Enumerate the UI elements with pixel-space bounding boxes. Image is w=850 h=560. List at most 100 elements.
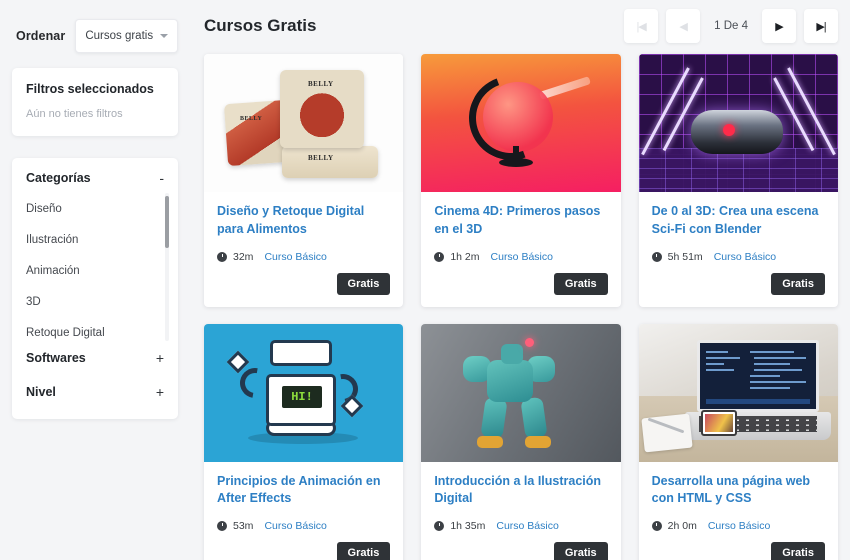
pagination: |◀ ◀ 1 De 4 ▶ ▶| bbox=[624, 9, 838, 43]
course-duration: 1h 35m bbox=[450, 520, 486, 532]
clock-icon bbox=[434, 521, 445, 531]
category-item-retoque-digital[interactable]: Retoque Digital bbox=[26, 317, 178, 341]
course-thumbnail-mech-character[interactable] bbox=[421, 323, 621, 462]
price-badge: Gratis bbox=[336, 272, 391, 295]
price-badge: Gratis bbox=[553, 272, 608, 295]
course-card-body: Principios de Animación en After Effects… bbox=[204, 462, 403, 560]
course-duration: 32m bbox=[233, 250, 254, 263]
pagination-last-button[interactable]: ▶| bbox=[804, 9, 838, 43]
chevron-down-icon bbox=[160, 34, 168, 38]
course-thumbnail-food-packaging[interactable]: BELLY BELLY BELLY bbox=[204, 54, 404, 192]
robot-screen-text: HI! bbox=[282, 385, 322, 408]
thumb-shape bbox=[477, 435, 504, 448]
course-level[interactable]: Curso Básico bbox=[714, 251, 776, 263]
pagination-first-button[interactable]: |◀ bbox=[624, 9, 659, 43]
course-duration: 5h 51m bbox=[667, 250, 703, 263]
course-card-body: Desarrolla una página web con HTML y CSS… bbox=[639, 462, 838, 560]
thumb-shape bbox=[638, 148, 838, 192]
course-card-body: De 0 al 3D: Crea una escena Sci-Fi con B… bbox=[639, 192, 838, 307]
price-badge: Gratis bbox=[336, 542, 391, 560]
course-card-body: Diseño y Retoque Digital para Alimentos … bbox=[204, 192, 403, 307]
category-item-3d[interactable]: 3D bbox=[26, 286, 178, 317]
pagination-prev-button[interactable]: ◀ bbox=[666, 9, 701, 43]
category-item-diseno[interactable]: Diseño bbox=[26, 193, 178, 224]
course-card[interactable]: Cinema 4D: Primeros pasos en el 3D 1h 2m… bbox=[421, 54, 621, 307]
results-header: Cursos Gratis |◀ ◀ 1 De 4 ▶ ▶| bbox=[202, 0, 840, 52]
clock-icon bbox=[651, 251, 662, 262]
course-card-body: Introducción a la Ilustración Digital 1h… bbox=[421, 462, 620, 560]
clock-icon bbox=[217, 251, 227, 262]
categories-list: Diseño Ilustración Animación 3D Retoque … bbox=[12, 193, 178, 341]
course-level[interactable]: Curso Básico bbox=[264, 251, 326, 263]
thumb-shape bbox=[480, 396, 509, 439]
pagination-next-button[interactable]: ▶ bbox=[762, 9, 796, 43]
expand-plus-icon-nivel[interactable]: + bbox=[156, 385, 164, 399]
clock-icon bbox=[434, 251, 445, 262]
course-level[interactable]: Curso Básico bbox=[496, 520, 558, 532]
course-card[interactable]: De 0 al 3D: Crea una escena Sci-Fi con B… bbox=[638, 54, 838, 307]
price-badge: Gratis bbox=[771, 542, 825, 560]
course-meta: 2h 0m Curso Básico bbox=[651, 520, 825, 532]
course-badge-row: Gratis bbox=[652, 542, 825, 560]
course-meta: 53m Curso Básico bbox=[217, 520, 390, 532]
price-badge: Gratis bbox=[771, 272, 825, 295]
course-duration: 53m bbox=[233, 520, 254, 532]
categories-scrollbar-thumb[interactable] bbox=[165, 196, 169, 248]
course-card[interactable]: BELLY BELLY BELLY Diseño y Retoque Digit… bbox=[204, 54, 404, 307]
thumb-shape bbox=[499, 158, 534, 167]
selected-filters-panel: Filtros seleccionados Aún no tienes filt… bbox=[12, 68, 178, 136]
filter-group-softwares-header[interactable]: Softwares + bbox=[12, 341, 178, 375]
thumb-shape bbox=[487, 359, 534, 402]
course-level[interactable]: Curso Básico bbox=[491, 251, 553, 263]
filters-sidebar: Ordenar Cursos gratis Filtros selecciona… bbox=[0, 0, 190, 560]
course-meta: 5h 51m Curso Básico bbox=[651, 250, 825, 263]
course-thumbnail-laptop-code[interactable] bbox=[638, 323, 838, 462]
sort-select-value: Cursos gratis bbox=[85, 30, 154, 42]
page-title: Cursos Gratis bbox=[204, 16, 317, 35]
thumb-shape bbox=[501, 343, 524, 364]
sort-row: Ordenar Cursos gratis bbox=[12, 10, 178, 62]
course-card-body: Cinema 4D: Primeros pasos en el 3D 1h 2m… bbox=[421, 192, 620, 307]
category-item-animacion[interactable]: Animación bbox=[26, 255, 178, 286]
course-title[interactable]: Desarrolla una página web con HTML y CSS bbox=[652, 473, 825, 509]
course-badge-row: Gratis bbox=[434, 542, 608, 560]
thumb-shape bbox=[520, 396, 549, 439]
course-title[interactable]: Principios de Animación en After Effects bbox=[217, 473, 390, 509]
filter-group-categorias-header[interactable]: Categorías - bbox=[12, 158, 178, 193]
course-grid: BELLY BELLY BELLY Diseño y Retoque Digit… bbox=[202, 52, 840, 560]
course-title[interactable]: Introducción a la Ilustración Digital bbox=[434, 473, 607, 509]
sort-label: Ordenar bbox=[16, 29, 66, 43]
course-level[interactable]: Curso Básico bbox=[708, 520, 770, 532]
collapse-minus-icon[interactable]: - bbox=[159, 171, 164, 185]
filter-group-softwares-label: Softwares bbox=[26, 351, 86, 365]
course-thumbnail-cartoon-robot[interactable]: HI! bbox=[204, 323, 404, 462]
course-meta: 32m Curso Básico bbox=[217, 251, 390, 263]
course-thumbnail-scifi-neon[interactable] bbox=[638, 54, 838, 192]
thumb-shape bbox=[455, 62, 568, 174]
thumb-brand-label: BELLY bbox=[240, 116, 263, 122]
selected-filters-title: Filtros seleccionados bbox=[26, 82, 154, 96]
course-card[interactable]: HI! Principios de Animación en After Eff… bbox=[204, 323, 404, 560]
course-duration: 1h 2m bbox=[450, 250, 480, 263]
course-level[interactable]: Curso Básico bbox=[264, 520, 326, 532]
filter-group-nivel-header[interactable]: Nivel + bbox=[12, 375, 178, 409]
course-title[interactable]: De 0 al 3D: Crea una escena Sci-Fi con B… bbox=[652, 203, 825, 239]
thumb-shape bbox=[270, 339, 332, 366]
clock-icon bbox=[217, 521, 227, 531]
filter-group-nivel-label: Nivel bbox=[26, 385, 56, 399]
course-card[interactable]: Desarrolla una página web con HTML y CSS… bbox=[638, 323, 838, 560]
course-thumbnail-red-globe[interactable] bbox=[421, 54, 621, 192]
course-badge-row: Gratis bbox=[217, 542, 391, 560]
course-title[interactable]: Diseño y Retoque Digital para Alimentos bbox=[217, 203, 390, 239]
expand-plus-icon-softwares[interactable]: + bbox=[156, 351, 164, 365]
course-meta: 1h 35m Curso Básico bbox=[434, 520, 607, 532]
course-badge-row: Gratis bbox=[217, 272, 391, 295]
sort-select[interactable]: Cursos gratis bbox=[75, 19, 178, 53]
course-card[interactable]: Introducción a la Ilustración Digital 1h… bbox=[421, 323, 621, 560]
category-item-ilustracion[interactable]: Ilustración bbox=[26, 224, 178, 255]
course-title[interactable]: Cinema 4D: Primeros pasos en el 3D bbox=[434, 203, 607, 239]
selected-filters-empty-text: Aún no tienes filtros bbox=[26, 108, 123, 120]
thumb-shape bbox=[722, 124, 735, 136]
thumb-shape bbox=[690, 110, 783, 154]
course-meta: 1h 2m Curso Básico bbox=[434, 251, 607, 263]
